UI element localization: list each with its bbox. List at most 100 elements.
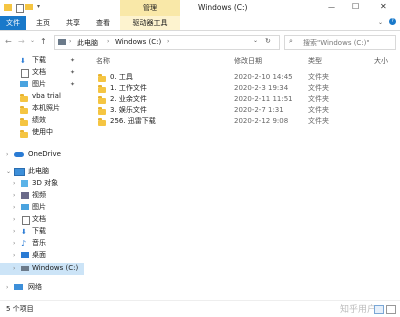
sidebar-item-windows-c[interactable]: › Windows (C:)	[0, 263, 84, 275]
breadcrumb-this-pc[interactable]: 此电脑	[77, 38, 98, 48]
tab-home[interactable]: 主页	[36, 16, 50, 30]
pin-icon[interactable]: ✦	[70, 79, 75, 90]
qat-properties-icon[interactable]	[16, 4, 24, 13]
file-date: 2020-2-3 19:34	[234, 84, 289, 92]
file-type: 文件夹	[308, 84, 329, 92]
sidebar-item-performance[interactable]: 绩效	[0, 115, 46, 126]
status-bar: 5 个项目 知乎用户	[0, 300, 400, 317]
cube-icon	[21, 180, 28, 187]
column-header-date[interactable]: 修改日期	[234, 56, 262, 66]
column-header-type[interactable]: 类型	[308, 56, 322, 66]
address-dropdown-icon[interactable]: ⌄	[253, 37, 258, 44]
expand-arrow-icon[interactable]: ›	[6, 149, 8, 160]
collapse-arrow-icon[interactable]: ⌄	[6, 166, 11, 177]
column-header-size[interactable]: 大小	[374, 56, 388, 66]
folder-icon	[98, 74, 106, 82]
file-date: 2020-2-11 11:51	[234, 95, 293, 103]
address-bar[interactable]: › 此电脑 › Windows (C:) › ⌄ ↻	[54, 35, 280, 50]
computer-icon	[14, 168, 25, 176]
maximize-button[interactable]: ☐	[352, 2, 359, 11]
tab-view[interactable]: 查看	[96, 16, 110, 30]
back-arrow-icon[interactable]: ←	[5, 37, 12, 46]
file-type: 文件夹	[308, 73, 329, 81]
forward-arrow-icon[interactable]: →	[18, 37, 25, 46]
document-icon	[21, 69, 29, 78]
qat-new-folder-icon[interactable]	[25, 4, 33, 10]
search-icon: ⌕	[289, 37, 293, 45]
sidebar-item-in-use[interactable]: 使用中	[0, 127, 53, 138]
table-row[interactable]: 1. 工作文件 2020-2-3 19:34 文件夹	[86, 83, 400, 93]
expand-arrow-icon[interactable]: ›	[13, 263, 15, 274]
drive-icon	[58, 39, 66, 45]
question-icon[interactable]: ?	[389, 18, 396, 25]
watermark: 知乎用户	[340, 305, 377, 315]
expand-arrow-icon[interactable]: ›	[13, 238, 15, 249]
ribbon-tabs: 文件 主页 共享 查看 驱动器工具 ⌄ ?	[0, 16, 400, 31]
search-input[interactable]: 搜索"Windows (C:)"	[303, 38, 370, 48]
file-date: 2020-2-12 9:08	[234, 117, 289, 125]
table-row[interactable]: 3. 娱乐文件 2020-2-7 1:31 文件夹	[86, 105, 400, 115]
folder-icon	[20, 118, 28, 126]
expand-arrow-icon[interactable]: ›	[13, 226, 15, 237]
details-view-icon[interactable]	[374, 305, 384, 314]
expand-arrow-icon[interactable]: ›	[13, 178, 15, 189]
breadcrumb-sep-icon: ›	[69, 38, 72, 45]
refresh-icon[interactable]: ↻	[265, 37, 271, 45]
folder-icon	[98, 118, 106, 126]
item-count: 5 个项目	[6, 305, 34, 313]
recent-dropdown-icon[interactable]: ⌄	[30, 37, 35, 44]
drive-icon	[21, 266, 29, 271]
music-icon: ♪	[21, 239, 27, 248]
tab-drive-tools[interactable]: 驱动器工具	[120, 16, 180, 30]
context-group-label: 管理	[143, 4, 157, 12]
qat-dropdown-icon[interactable]: ▾	[37, 3, 40, 10]
cloud-icon	[14, 152, 24, 157]
folder-icon	[98, 107, 106, 115]
close-button[interactable]: ✕	[380, 2, 387, 11]
picture-icon	[21, 204, 29, 210]
table-row[interactable]: 0. 工具 2020-2-10 14:45 文件夹	[86, 72, 400, 82]
navigation-pane: ⬇ 下载 ✦ 文档 ✦ 图片 ✦ vba trial 本机照片 绩效 使用中 ›…	[0, 52, 86, 300]
breadcrumb-sep-icon: ›	[107, 38, 110, 45]
expand-arrow-icon[interactable]: ›	[13, 250, 15, 261]
large-icons-view-icon[interactable]	[386, 305, 396, 314]
sidebar-item-vba-trial[interactable]: vba trial	[0, 91, 61, 102]
chevron-down-icon[interactable]: ⌄	[378, 19, 383, 26]
table-row[interactable]: 256. 迅雷下载 2020-2-12 9:08 文件夹	[86, 116, 400, 126]
search-box[interactable]: ⌕ 搜索"Windows (C:)"	[284, 35, 396, 50]
pin-icon[interactable]: ✦	[70, 67, 75, 78]
file-type: 文件夹	[308, 95, 329, 103]
table-row[interactable]: 2. 业余文件 2020-2-11 11:51 文件夹	[86, 94, 400, 104]
file-name: 1. 工作文件	[110, 84, 147, 92]
minimize-button[interactable]: —	[328, 3, 335, 11]
up-arrow-icon[interactable]: ↑	[40, 37, 47, 46]
file-type: 文件夹	[308, 106, 329, 114]
network-icon	[14, 284, 23, 290]
expand-arrow-icon[interactable]: ›	[6, 282, 8, 293]
video-icon	[21, 192, 29, 199]
navigation-bar: ← → ⌄ ↑ › 此电脑 › Windows (C:) › ⌄ ↻ ⌕ 搜索"…	[0, 32, 400, 52]
folder-icon	[98, 96, 106, 104]
document-icon	[22, 216, 30, 225]
expand-arrow-icon[interactable]: ›	[13, 202, 15, 213]
file-name: 2. 业余文件	[110, 95, 147, 103]
expand-arrow-icon[interactable]: ›	[13, 214, 15, 225]
tab-share[interactable]: 共享	[66, 16, 80, 30]
breadcrumb-drive[interactable]: Windows (C:)	[115, 38, 161, 46]
download-icon: ⬇	[20, 57, 26, 65]
column-headers: 名称 修改日期 类型 大小	[86, 56, 400, 66]
column-header-name[interactable]: 名称	[96, 56, 110, 66]
tab-file[interactable]: 文件	[0, 16, 26, 30]
sidebar-item-local-photos[interactable]: 本机照片	[0, 103, 60, 114]
breadcrumb-sep-icon: ›	[167, 38, 170, 45]
file-name: 3. 娱乐文件	[110, 106, 147, 114]
file-name: 256. 迅雷下载	[110, 117, 156, 125]
file-name: 0. 工具	[110, 73, 133, 81]
pin-icon[interactable]: ✦	[70, 55, 75, 66]
expand-arrow-icon[interactable]: ›	[13, 190, 15, 201]
folder-icon	[20, 106, 28, 114]
window-title: Windows (C:)	[198, 3, 248, 12]
folder-icon	[20, 130, 28, 138]
folder-icon	[20, 94, 28, 102]
file-type: 文件夹	[308, 117, 329, 125]
